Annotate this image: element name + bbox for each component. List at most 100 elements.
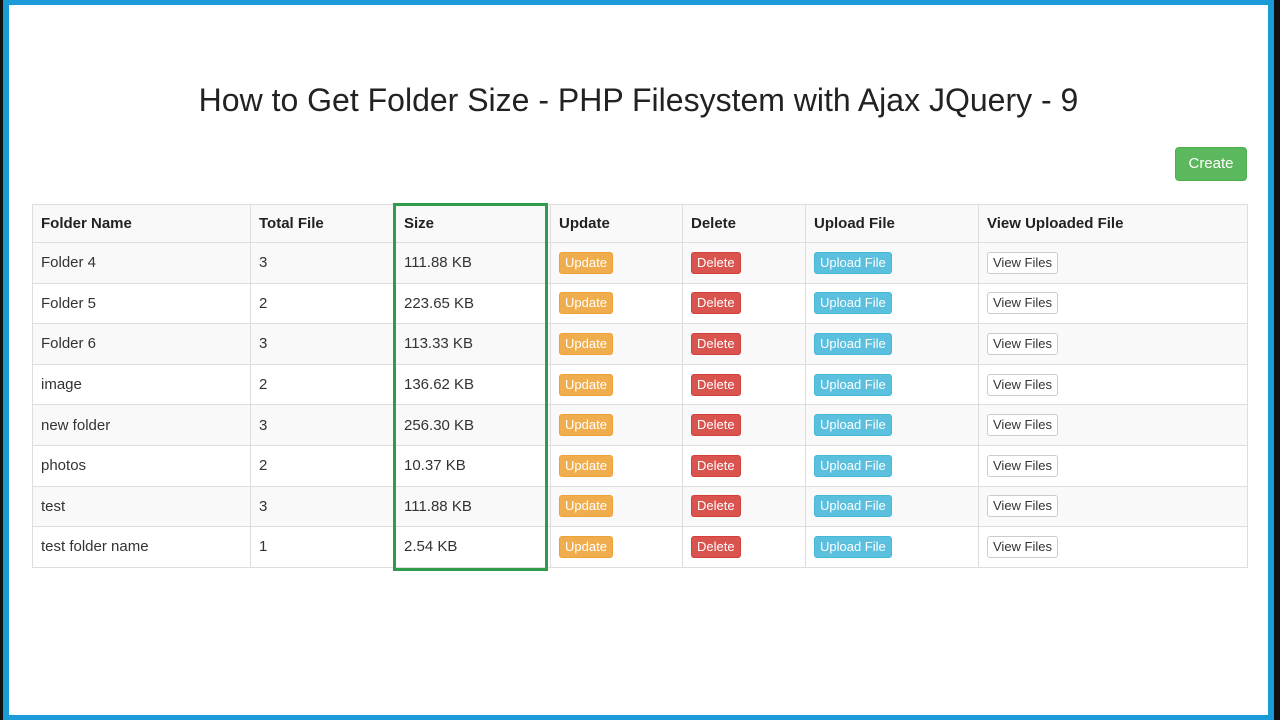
total-file-count: 1 (259, 538, 268, 556)
update-cell: Update (550, 485, 683, 528)
upload-cell: Upload File (805, 363, 979, 406)
size-cell: 10.37 KB (395, 444, 551, 487)
total-file-cell: 3 (250, 242, 396, 284)
size-cell: 136.62 KB (395, 363, 551, 406)
folder-size: 113.33 KB (404, 335, 473, 353)
folder-name-cell: test folder name (32, 526, 251, 568)
upload-file-button[interactable]: Upload File (814, 414, 892, 437)
delete-cell: Delete (682, 485, 806, 528)
create-folder-button[interactable]: Create (1175, 147, 1247, 181)
delete-button[interactable]: Delete (691, 414, 741, 437)
update-cell: Update (550, 526, 683, 568)
header-delete: Delete (682, 204, 806, 243)
folder-name-cell: image (32, 363, 251, 406)
update-button[interactable]: Update (559, 332, 613, 355)
update-button[interactable]: Update (559, 495, 613, 518)
folders-table: Folder Name Total File Size Update Delet… (32, 204, 1248, 568)
total-file-count: 3 (259, 416, 268, 434)
upload-file-button[interactable]: Upload File (814, 332, 892, 355)
update-button[interactable]: Update (559, 414, 613, 437)
size-cell: 111.88 KB (395, 242, 551, 284)
total-file-count: 2 (259, 457, 268, 475)
total-file-cell: 3 (250, 404, 396, 446)
upload-cell: Upload File (805, 526, 979, 568)
upload-file-button[interactable]: Upload File (814, 373, 892, 396)
view-files-button[interactable]: View Files (987, 292, 1059, 315)
delete-button[interactable]: Delete (691, 332, 741, 355)
folder-name-cell: new folder (32, 404, 251, 446)
view-cell: View Files (978, 282, 1248, 325)
total-file-cell: 2 (250, 282, 396, 325)
folder-name: test (41, 497, 66, 515)
folder-name-cell: Folder 5 (32, 282, 251, 325)
view-cell: View Files (978, 404, 1248, 446)
table-row: test folder name 1 2.54 KB Update Delete… (32, 526, 1248, 568)
upload-cell: Upload File (805, 323, 979, 365)
total-file-cell: 1 (250, 526, 396, 568)
delete-cell: Delete (682, 323, 806, 365)
delete-button[interactable]: Delete (691, 292, 741, 315)
total-file-count: 3 (259, 335, 268, 353)
size-cell: 113.33 KB (395, 323, 551, 365)
upload-cell: Upload File (805, 485, 979, 528)
update-cell: Update (550, 323, 683, 365)
table-row: Folder 4 3 111.88 KB Update Delete Uploa… (32, 242, 1248, 284)
update-cell: Update (550, 363, 683, 406)
upload-cell: Upload File (805, 242, 979, 284)
update-cell: Update (550, 282, 683, 325)
header-upload-file: Upload File (805, 204, 979, 243)
view-cell: View Files (978, 363, 1248, 406)
size-cell: 111.88 KB (395, 485, 551, 528)
upload-file-button[interactable]: Upload File (814, 495, 892, 518)
upload-cell: Upload File (805, 282, 979, 325)
upload-file-button[interactable]: Upload File (814, 251, 892, 274)
table-row: test 3 111.88 KB Update Delete Upload Fi… (32, 485, 1248, 528)
folder-name: Folder 4 (41, 254, 97, 272)
view-files-button[interactable]: View Files (987, 535, 1059, 558)
upload-cell: Upload File (805, 444, 979, 487)
folder-name: photos (41, 457, 87, 475)
total-file-count: 2 (259, 376, 268, 394)
folder-size: 111.88 KB (404, 497, 472, 515)
folder-name-cell: test (32, 485, 251, 528)
upload-file-button[interactable]: Upload File (814, 454, 892, 477)
delete-button[interactable]: Delete (691, 454, 741, 477)
size-cell: 256.30 KB (395, 404, 551, 446)
delete-cell: Delete (682, 404, 806, 446)
header-folder-name: Folder Name (32, 204, 251, 243)
page-container: How to Get Folder Size - PHP Filesystem … (9, 5, 1268, 715)
size-cell: 223.65 KB (395, 282, 551, 325)
update-button[interactable]: Update (559, 535, 613, 558)
delete-button[interactable]: Delete (691, 373, 741, 396)
update-button[interactable]: Update (559, 454, 613, 477)
table-row: photos 2 10.37 KB Update Delete Upload F… (32, 444, 1248, 487)
delete-button[interactable]: Delete (691, 535, 741, 558)
delete-button[interactable]: Delete (691, 251, 741, 274)
update-button[interactable]: Update (559, 292, 613, 315)
update-button[interactable]: Update (559, 373, 613, 396)
folder-size: 136.62 KB (404, 376, 475, 394)
view-files-button[interactable]: View Files (987, 414, 1059, 437)
total-file-count: 3 (259, 497, 268, 515)
view-files-button[interactable]: View Files (987, 332, 1059, 355)
view-files-button[interactable]: View Files (987, 454, 1059, 477)
upload-file-button[interactable]: Upload File (814, 292, 892, 315)
update-cell: Update (550, 242, 683, 284)
frame-edge-left (0, 0, 3, 720)
update-button[interactable]: Update (559, 251, 613, 274)
table-row: image 2 136.62 KB Update Delete Upload F… (32, 363, 1248, 406)
folder-name: Folder 5 (41, 294, 97, 312)
total-file-cell: 3 (250, 323, 396, 365)
view-files-button[interactable]: View Files (987, 251, 1059, 274)
folder-size: 111.88 KB (404, 254, 472, 272)
view-cell: View Files (978, 323, 1248, 365)
delete-button[interactable]: Delete (691, 495, 741, 518)
header-size: Size (395, 204, 551, 243)
view-files-button[interactable]: View Files (987, 373, 1059, 396)
view-files-button[interactable]: View Files (987, 495, 1059, 518)
upload-file-button[interactable]: Upload File (814, 535, 892, 558)
size-cell: 2.54 KB (395, 526, 551, 568)
total-file-cell: 2 (250, 363, 396, 406)
folder-size: 10.37 KB (404, 457, 466, 475)
folder-name: test folder name (41, 538, 149, 556)
